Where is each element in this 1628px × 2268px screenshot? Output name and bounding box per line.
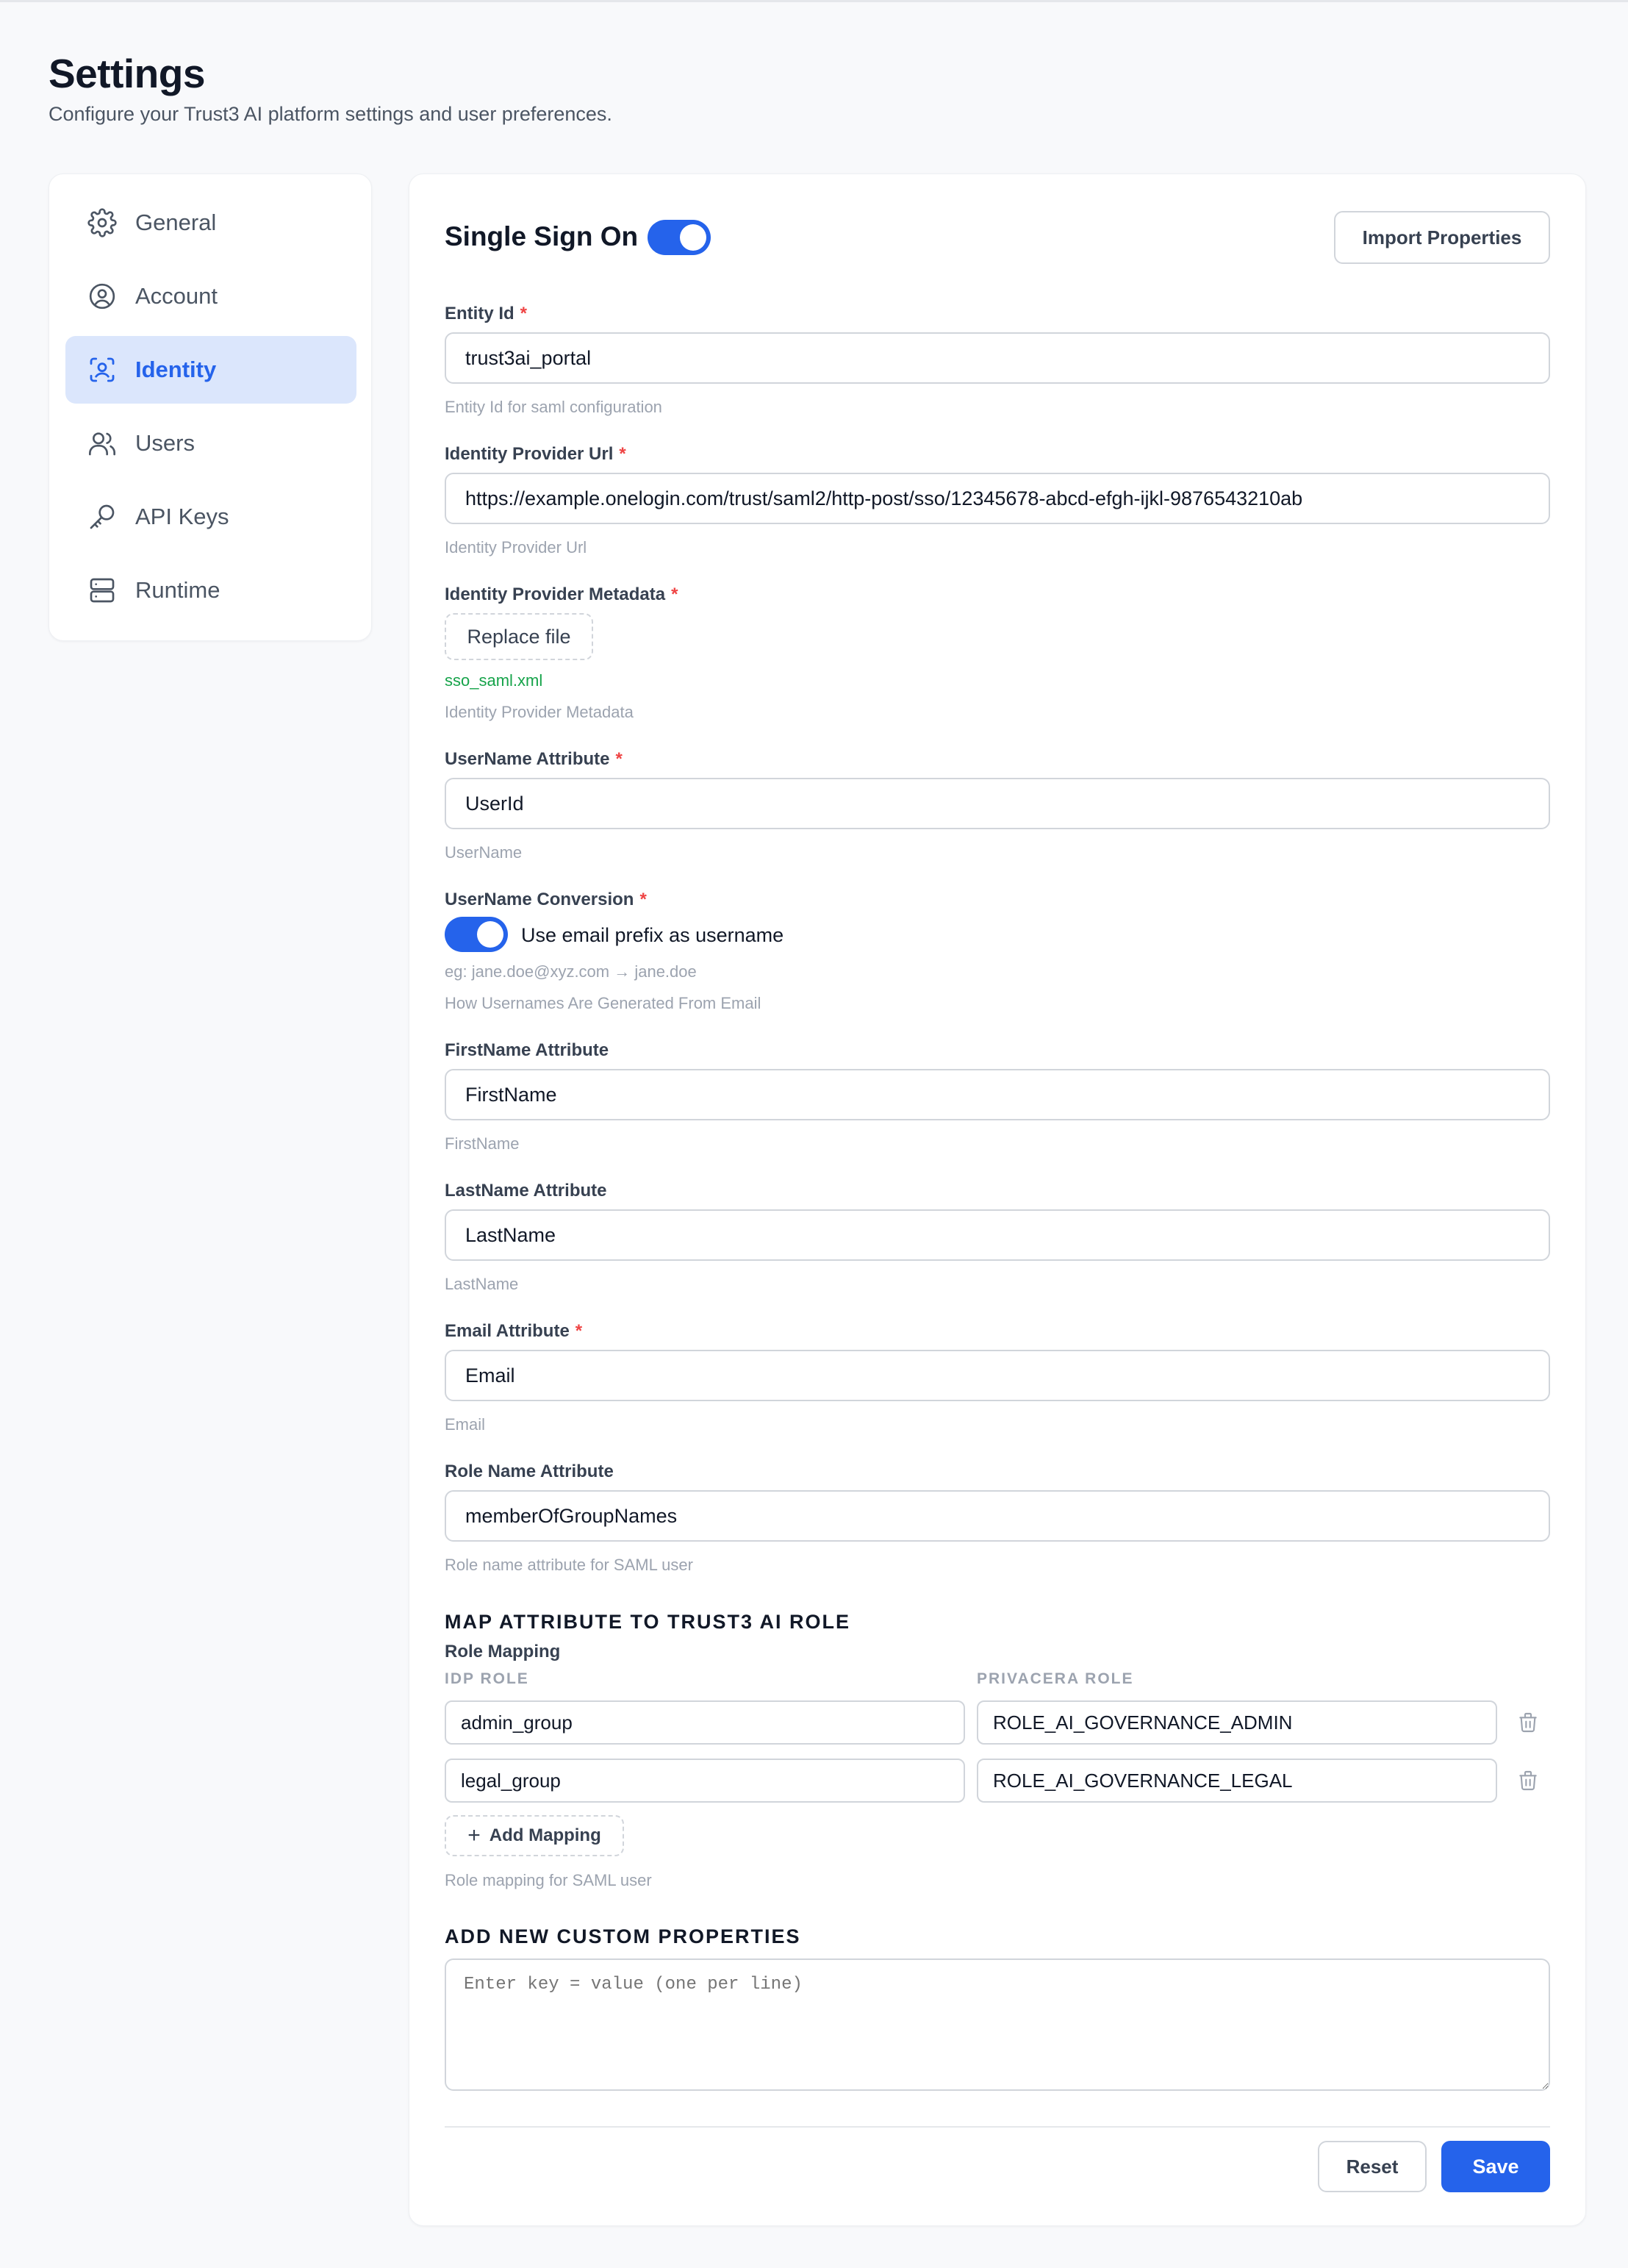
role-name-attribute-label: Role Name Attribute [445, 1462, 614, 1481]
custom-properties-section-title: ADD NEW CUSTOM PROPERTIES [445, 1925, 801, 1947]
entity-id-label: Entity Id * [445, 304, 527, 324]
firstname-attribute-label: FirstName Attribute [445, 1040, 609, 1060]
idp-role-input[interactable]: legal_group [445, 1759, 965, 1803]
privacera-role-column-header: PRIVACERA ROLE [977, 1670, 1134, 1687]
email-attribute-label-text: Email Attribute [445, 1321, 570, 1341]
idp-url-label-text: Identity Provider Url [445, 444, 614, 464]
idp-role-column-header: IDP ROLE [445, 1670, 529, 1687]
username-conversion-example: eg: jane.doe@xyz.com → jane.doe [445, 962, 697, 981]
lastname-attribute-label: LastName Attribute [445, 1181, 607, 1201]
username-conversion-label-text: UserName Conversion [445, 890, 634, 909]
required-mark: * [639, 890, 647, 909]
required-mark: * [619, 444, 626, 464]
top-border [0, 0, 1628, 2]
role-mapping-help: Role mapping for SAML user [445, 1871, 652, 1889]
required-mark: * [520, 304, 528, 323]
required-mark: * [615, 749, 623, 769]
import-properties-button[interactable]: Import Properties [1334, 211, 1550, 264]
toggle-knob [680, 224, 706, 251]
required-mark: * [575, 1321, 583, 1341]
username-attribute-label: UserName Attribute * [445, 749, 623, 770]
username-conversion-help: How Usernames Are Generated From Email [445, 994, 761, 1012]
plus-icon: + [467, 1823, 481, 1847]
uploaded-file-name: sso_saml.xml [445, 671, 543, 690]
sidebar-item-runtime[interactable]: Runtime [65, 557, 356, 624]
username-attribute-help: UserName [445, 843, 523, 862]
firstname-attribute-help: FirstName [445, 1134, 520, 1153]
footer-divider [445, 2126, 1550, 2128]
email-attribute-label: Email Attribute * [445, 1321, 582, 1342]
users-icon [87, 429, 117, 458]
firstname-attribute-input[interactable]: FirstName [445, 1069, 1550, 1120]
sidebar-item-identity[interactable]: Identity [65, 336, 356, 404]
idp-url-label: Identity Provider Url * [445, 444, 626, 465]
sidebar-item-api-keys[interactable]: API Keys [65, 483, 356, 551]
sidebar-item-label: Identity [135, 357, 217, 382]
add-mapping-label: Add Mapping [489, 1825, 601, 1845]
sidebar-item-label: Users [135, 430, 195, 456]
identity-scan-icon [87, 355, 117, 384]
sso-toggle[interactable] [648, 220, 711, 255]
map-attribute-section-title: MAP ATTRIBUTE TO TRUST3 AI ROLE [445, 1611, 851, 1633]
entity-id-input[interactable]: trust3ai_portal [445, 332, 1550, 384]
idp-url-help: Identity Provider Url [445, 538, 587, 557]
username-attribute-label-text: UserName Attribute [445, 749, 610, 769]
email-attribute-input[interactable]: Email [445, 1350, 1550, 1401]
username-conversion-label: UserName Conversion * [445, 890, 647, 910]
delete-mapping-icon[interactable] [1516, 1711, 1540, 1734]
username-conversion-toggle[interactable] [445, 917, 508, 952]
idp-url-input[interactable]: https://example.onelogin.com/trust/saml2… [445, 473, 1550, 524]
toggle-knob [477, 921, 503, 948]
entity-id-label-text: Entity Id [445, 304, 514, 323]
email-attribute-help: Email [445, 1415, 486, 1434]
sso-title: Single Sign On [445, 221, 639, 251]
save-button[interactable]: Save [1441, 2141, 1550, 2192]
privacera-role-input[interactable]: ROLE_AI_GOVERNANCE_LEGAL [977, 1759, 1497, 1803]
key-icon [87, 502, 117, 532]
idp-metadata-label: Identity Provider Metadata * [445, 584, 678, 605]
lastname-attribute-input[interactable]: LastName [445, 1209, 1550, 1261]
add-mapping-button[interactable]: + Add Mapping [445, 1815, 624, 1856]
sso-settings-panel: Single Sign On Import Properties Entity … [409, 174, 1586, 2226]
username-conversion-toggle-label: Use email prefix as username [521, 924, 784, 946]
sidebar-item-users[interactable]: Users [65, 409, 356, 477]
entity-id-help: Entity Id for saml configuration [445, 398, 662, 416]
reset-button[interactable]: Reset [1318, 2141, 1427, 2192]
privacera-role-input[interactable]: ROLE_AI_GOVERNANCE_ADMIN [977, 1700, 1497, 1745]
sidebar-item-label: General [135, 210, 217, 235]
idp-metadata-help: Identity Provider Metadata [445, 703, 634, 721]
user-circle-icon [87, 282, 117, 311]
required-mark: * [671, 584, 678, 604]
idp-role-input[interactable]: admin_group [445, 1700, 965, 1745]
sidebar-item-account[interactable]: Account [65, 262, 356, 330]
page-title: Settings [49, 51, 205, 96]
role-name-attribute-help: Role name attribute for SAML user [445, 1556, 693, 1574]
sidebar-item-label: Runtime [135, 577, 220, 603]
delete-mapping-icon[interactable] [1516, 1769, 1540, 1792]
custom-properties-textarea[interactable] [445, 1958, 1550, 2091]
role-mapping-label: Role Mapping [445, 1642, 561, 1661]
role-name-attribute-input[interactable]: memberOfGroupNames [445, 1490, 1550, 1542]
sidebar-item-label: API Keys [135, 504, 229, 529]
username-attribute-input[interactable]: UserId [445, 778, 1550, 829]
idp-metadata-label-text: Identity Provider Metadata [445, 584, 666, 604]
sidebar-item-general[interactable]: General [65, 189, 356, 257]
replace-file-button[interactable]: Replace file [445, 613, 593, 660]
settings-sidebar: General Account Identity Users API Keys … [49, 174, 372, 641]
page-subtitle: Configure your Trust3 AI platform settin… [49, 103, 612, 125]
gear-icon [87, 208, 117, 237]
lastname-attribute-help: LastName [445, 1275, 519, 1293]
server-icon [87, 576, 117, 605]
sidebar-item-label: Account [135, 283, 218, 309]
